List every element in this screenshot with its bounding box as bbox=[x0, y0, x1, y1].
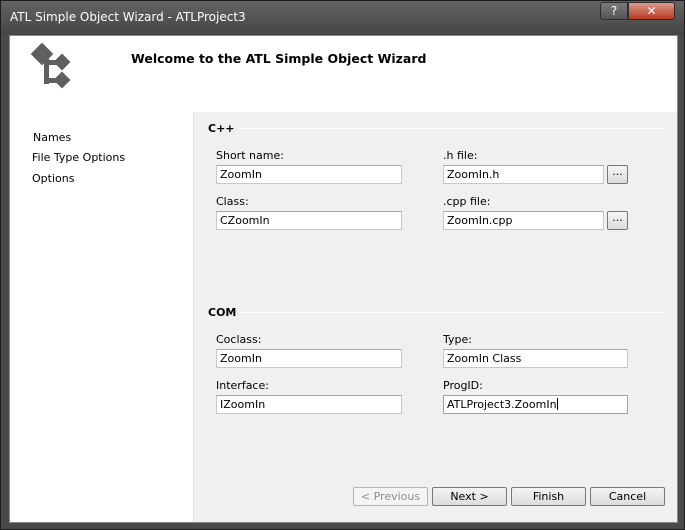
cpp-file-browse-button[interactable]: ... bbox=[607, 211, 628, 230]
interface-input[interactable]: IZoomIn bbox=[216, 395, 402, 414]
close-button[interactable]: ✕ bbox=[628, 2, 675, 20]
h-file-input[interactable]: ZoomIn.h bbox=[443, 165, 604, 184]
wizard-sidebar: Names File Type Options Options bbox=[10, 112, 193, 522]
cpp-file-label: .cpp file: bbox=[443, 195, 491, 208]
wizard-client-area: Welcome to the ATL Simple Object Wizard … bbox=[9, 35, 678, 523]
atl-wizard-icon bbox=[30, 42, 71, 89]
type-input[interactable]: ZoomIn Class bbox=[443, 349, 628, 368]
next-button[interactable]: Next > bbox=[432, 487, 507, 506]
page-title: Welcome to the ATL Simple Object Wizard bbox=[131, 51, 427, 66]
text-caret bbox=[556, 398, 558, 410]
previous-button[interactable]: < Previous bbox=[353, 487, 428, 506]
progid-input[interactable]: ATLProject3.ZoomIn bbox=[443, 395, 628, 414]
title-bar[interactable]: ATL Simple Object Wizard - ATLProject3 ?… bbox=[1, 1, 684, 35]
progid-value: ATLProject3.ZoomIn bbox=[447, 398, 557, 411]
help-button[interactable]: ? bbox=[600, 2, 628, 20]
type-label: Type: bbox=[443, 333, 472, 346]
wizard-window: ATL Simple Object Wizard - ATLProject3 ?… bbox=[0, 0, 685, 530]
finish-button[interactable]: Finish bbox=[511, 487, 586, 506]
wizard-main-panel: C++ Short name: ZoomIn .h file: ZoomIn.h… bbox=[193, 112, 677, 522]
sidebar-item-options[interactable]: Options bbox=[32, 172, 74, 185]
window-title: ATL Simple Object Wizard - ATLProject3 bbox=[10, 10, 246, 24]
h-file-browse-button[interactable]: ... bbox=[607, 165, 628, 184]
h-file-label: .h file: bbox=[443, 149, 478, 162]
sidebar-item-names[interactable]: Names bbox=[33, 131, 71, 144]
cpp-file-input[interactable]: ZoomIn.cpp bbox=[443, 211, 604, 230]
class-input[interactable]: CZoomIn bbox=[216, 211, 402, 230]
com-group-label: COM bbox=[208, 306, 241, 319]
sidebar-item-file-type-options[interactable]: File Type Options bbox=[32, 151, 125, 164]
com-group-divider bbox=[239, 312, 664, 313]
cpp-group-label: C++ bbox=[208, 122, 239, 135]
interface-label: Interface: bbox=[216, 379, 269, 392]
wizard-header: Welcome to the ATL Simple Object Wizard bbox=[10, 36, 677, 112]
cancel-button[interactable]: Cancel bbox=[590, 487, 665, 506]
coclass-label: Coclass: bbox=[216, 333, 262, 346]
short-name-input[interactable]: ZoomIn bbox=[216, 165, 402, 184]
coclass-input[interactable]: ZoomIn bbox=[216, 349, 402, 368]
cpp-group-divider bbox=[234, 128, 664, 129]
short-name-label: Short name: bbox=[216, 149, 284, 162]
class-label: Class: bbox=[216, 195, 249, 208]
progid-label: ProgID: bbox=[443, 379, 483, 392]
